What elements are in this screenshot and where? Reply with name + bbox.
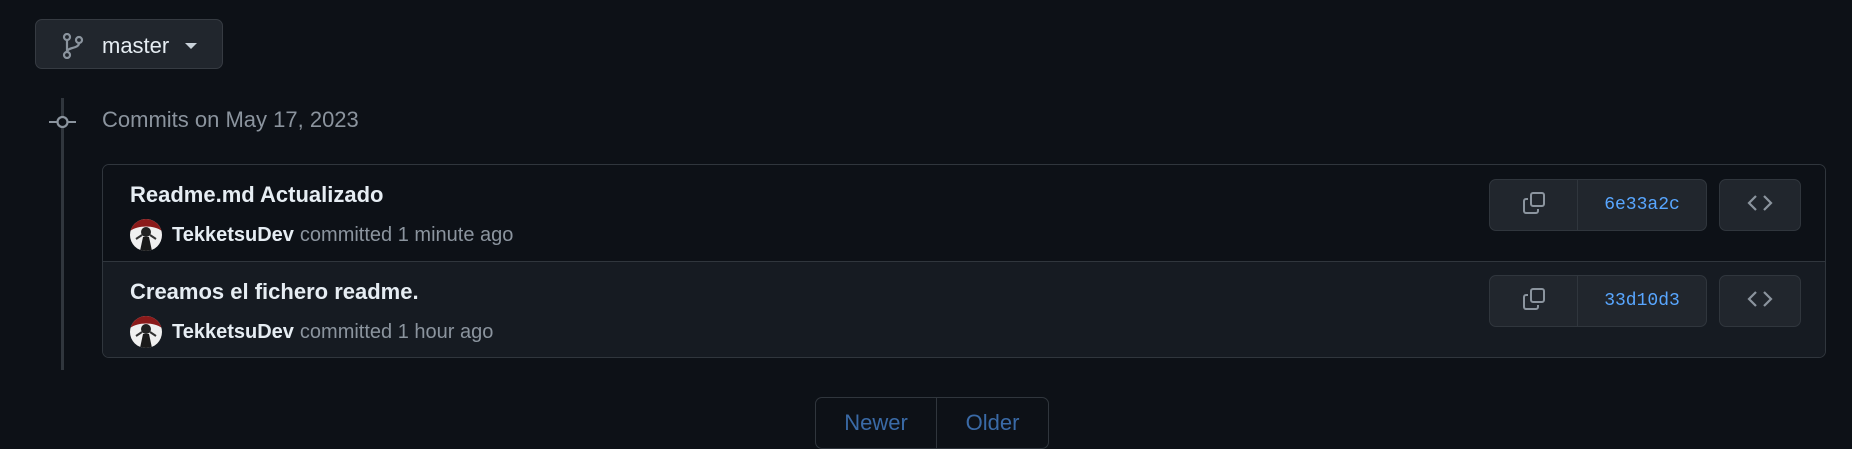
avatar[interactable] [130,316,162,348]
branch-selector-button[interactable]: master [35,19,223,69]
commit-action: committed [299,320,393,343]
commit-author-link[interactable]: TekketsuDev [172,321,294,344]
older-button[interactable]: Older [937,398,1048,448]
commit-node-icon [49,113,76,131]
commit-actions-group: 6e33a2c [1489,179,1707,231]
commit-title-link[interactable]: Readme.md Actualizado [130,182,383,208]
commit-row: Creamos el fichero readme. TekketsuDev c… [103,261,1825,357]
commit-list: Readme.md Actualizado TekketsuDev commit… [102,164,1826,358]
commits-date-heading: Commits on May 17, 2023 [102,107,359,132]
timeline-line [61,98,64,370]
commit-action: committed [299,223,393,246]
copy-sha-button[interactable] [1490,276,1578,326]
copy-sha-button[interactable] [1490,180,1578,230]
commit-time: 1 minute ago [397,223,514,246]
copy-icon [1522,191,1546,220]
code-icon [1747,289,1773,314]
pagination: Newer Older [815,397,1049,449]
commit-author-link[interactable]: TekketsuDev [172,224,294,247]
git-branch-icon [62,32,84,64]
browse-files-button[interactable] [1719,275,1801,327]
copy-icon [1522,287,1546,316]
branch-name: master [102,33,170,58]
commit-sha-link[interactable]: 6e33a2c [1578,180,1706,230]
code-icon [1747,193,1773,218]
commit-actions-group: 33d10d3 [1489,275,1707,327]
chevron-down-icon [185,43,197,49]
commit-sha-link[interactable]: 33d10d3 [1578,276,1706,326]
commit-meta: TekketsuDev committed 1 minute ago [130,219,513,251]
browse-files-button[interactable] [1719,179,1801,231]
commit-meta: TekketsuDev committed 1 hour ago [130,316,493,348]
commit-time: 1 hour ago [397,320,494,343]
avatar[interactable] [130,219,162,251]
newer-button[interactable]: Newer [816,398,937,448]
commit-title-link[interactable]: Creamos el fichero readme. [130,279,419,305]
commit-row: Readme.md Actualizado TekketsuDev commit… [103,165,1825,261]
